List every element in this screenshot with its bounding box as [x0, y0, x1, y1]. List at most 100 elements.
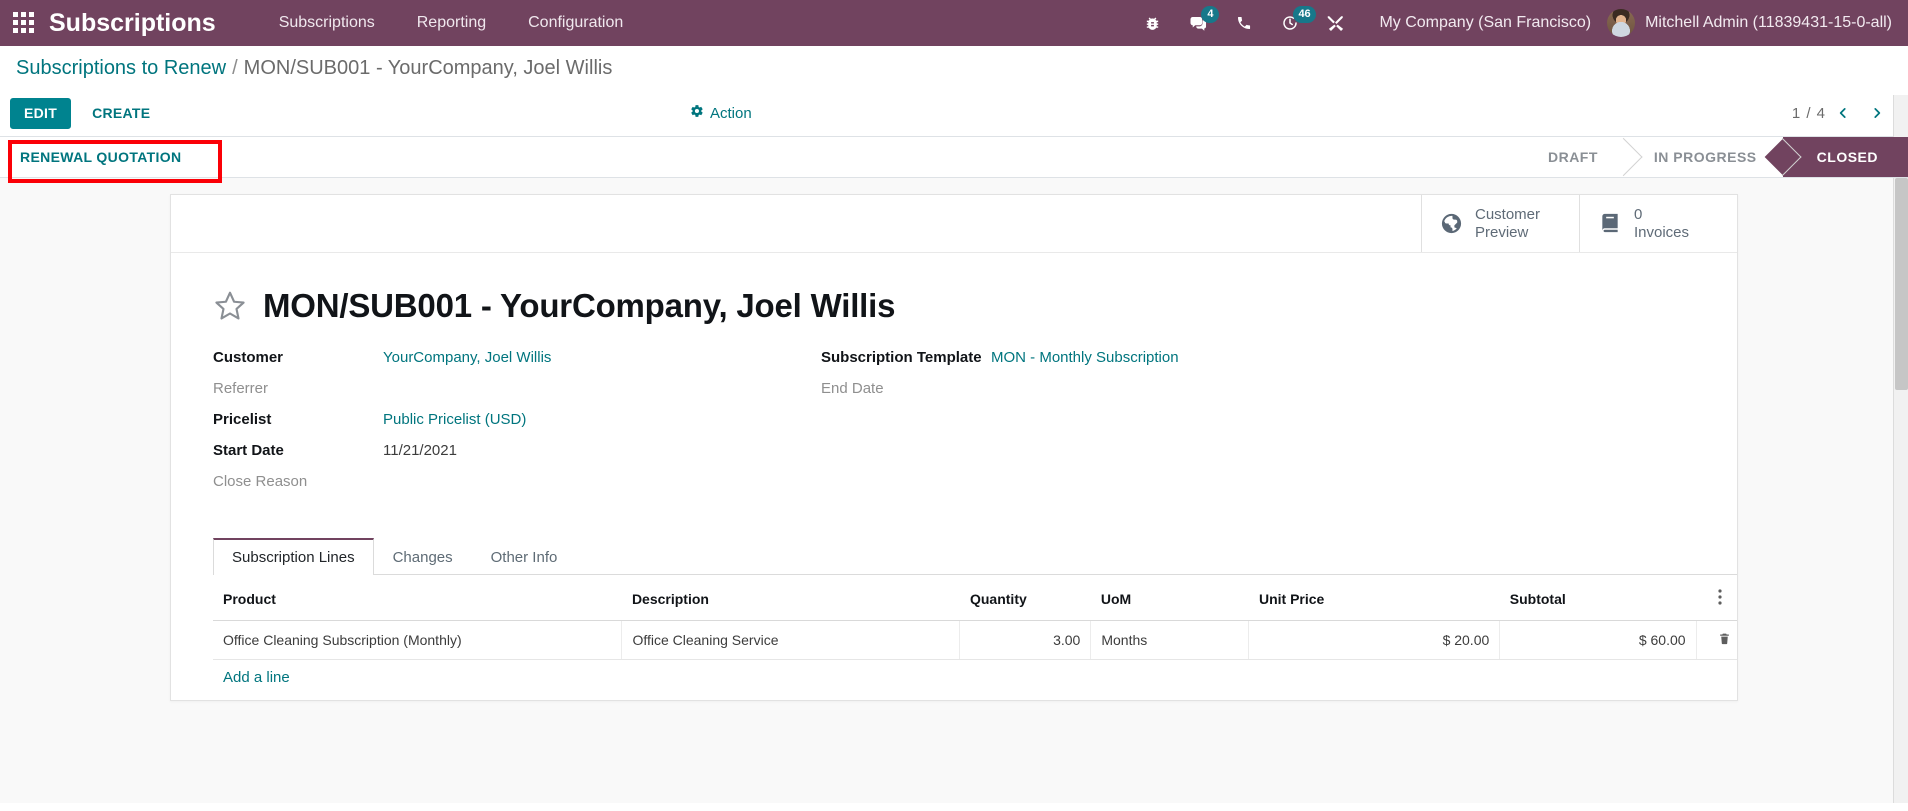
field-label: Start Date: [213, 442, 284, 459]
field-subscription-template: Subscription Template MON - Monthly Subs…: [821, 349, 1461, 380]
status-row: RENEWAL QUOTATION DRAFT IN PROGRESS CLOS…: [0, 95, 1908, 183]
renewal-quotation-button[interactable]: RENEWAL QUOTATION: [20, 149, 182, 165]
stage-label: DRAFT: [1547, 149, 1598, 165]
tab-subscription-lines[interactable]: Subscription Lines: [213, 538, 374, 575]
breadcrumb-separator: /: [232, 56, 238, 79]
field-close-reason: Close Reason: [213, 473, 821, 504]
customer-preview-button[interactable]: Customer Preview: [1421, 195, 1579, 252]
bug-icon[interactable]: [1129, 0, 1175, 46]
field-value[interactable]: 11/21/2021: [383, 442, 457, 459]
table-body: Office Cleaning Subscription (Monthly) O…: [213, 620, 1737, 660]
create-button[interactable]: CREATE: [79, 98, 163, 129]
column-unit-price[interactable]: Unit Price: [1248, 575, 1500, 621]
field-label: Referrer: [213, 380, 269, 397]
row-delete-cell: [1696, 620, 1737, 660]
messages-badge: 4: [1201, 6, 1220, 23]
field-referrer: Referrer: [213, 380, 821, 411]
cell-product[interactable]: Office Cleaning Subscription (Monthly): [213, 620, 623, 660]
menu-item-reporting[interactable]: Reporting: [396, 0, 507, 46]
invoices-button[interactable]: 0 Invoices: [1579, 195, 1737, 252]
vertical-scrollbar[interactable]: [1893, 178, 1908, 803]
control-panel: EDIT CREATE Action 1 / 4: [0, 90, 1908, 136]
status-pipeline: DRAFT IN PROGRESS CLOSED: [1517, 137, 1908, 177]
smart-btn-line2: Invoices: [1634, 223, 1690, 241]
status-stage-in-progress[interactable]: IN PROGRESS: [1623, 137, 1783, 177]
stage-label: IN PROGRESS: [1653, 149, 1757, 165]
add-a-line-link[interactable]: Add a line: [213, 660, 300, 700]
table-header-row: Product Description Quantity UoM Unit Pr…: [213, 575, 1737, 621]
chevron-left-icon[interactable]: [1826, 104, 1860, 122]
column-description[interactable]: Description: [621, 575, 960, 621]
messages-icon[interactable]: 4: [1175, 0, 1221, 46]
column-product[interactable]: Product: [213, 575, 622, 621]
activities-clock-icon[interactable]: 46: [1267, 0, 1316, 46]
table-head: Product Description Quantity UoM Unit Pr…: [213, 575, 1737, 621]
breadcrumb-parent-link[interactable]: Subscriptions to Renew: [16, 57, 226, 80]
gear-icon: [690, 104, 704, 122]
form-fields: Customer YourCompany, Joel Willis Referr…: [171, 325, 1737, 504]
title-row: MON/SUB001 - YourCompany, Joel Willis: [171, 253, 1737, 325]
column-uom[interactable]: UoM: [1090, 575, 1249, 621]
scrollbar-top-filler: [1893, 95, 1908, 137]
top-navbar: Subscriptions Subscriptions Reporting Co…: [0, 0, 1908, 46]
cell-subtotal[interactable]: $ 60.00: [1499, 620, 1697, 660]
field-customer: Customer YourCompany, Joel Willis: [213, 349, 821, 380]
cell-uom[interactable]: Months: [1090, 620, 1250, 660]
cell-quantity[interactable]: 3.00: [959, 620, 1092, 660]
record-sheet: Customer Preview 0 Invoices MON/SUB001 -…: [170, 194, 1738, 701]
sheet-wrapper: Customer Preview 0 Invoices MON/SUB001 -…: [0, 178, 1908, 701]
breadcrumb: Subscriptions to Renew / MON/SUB001 - Yo…: [0, 46, 1908, 90]
edit-button[interactable]: EDIT: [10, 97, 72, 129]
status-stage-draft[interactable]: DRAFT: [1517, 137, 1624, 177]
action-menu[interactable]: Action: [690, 104, 752, 122]
action-label: Action: [710, 104, 752, 122]
field-label: Pricelist: [213, 411, 272, 428]
field-value[interactable]: MON - Monthly Subscription: [991, 349, 1179, 366]
phone-icon[interactable]: [1221, 0, 1267, 46]
apps-grid-icon[interactable]: [13, 12, 35, 34]
invoice-book-icon: [1598, 212, 1622, 235]
field-label: Close Reason: [213, 473, 308, 490]
field-value[interactable]: YourCompany, Joel Willis: [383, 349, 551, 366]
column-subtotal[interactable]: Subtotal: [1499, 575, 1697, 621]
customer-preview-label: Customer Preview: [1475, 206, 1540, 242]
activities-badge: 46: [1293, 6, 1316, 23]
field-label: Customer: [213, 349, 284, 366]
field-value[interactable]: Public Pricelist (USD): [383, 411, 526, 428]
smart-btn-line1: Customer: [1475, 205, 1541, 223]
table-row[interactable]: Office Cleaning Subscription (Monthly) O…: [213, 620, 1737, 660]
user-menu[interactable]: Mitchell Admin (11839431-15-0-all): [1607, 9, 1896, 37]
breadcrumb-current: MON/SUB001 - YourCompany, Joel Willis: [243, 56, 613, 79]
form-column-right: Subscription Template MON - Monthly Subs…: [821, 349, 1461, 504]
field-end-date: End Date: [821, 380, 1461, 411]
field-label: End Date: [821, 380, 884, 397]
pager: 1 / 4: [1792, 104, 1894, 122]
cell-unit-price[interactable]: $ 20.00: [1248, 620, 1501, 660]
notebook: Subscription Lines Changes Other Info Pr…: [171, 504, 1737, 700]
user-name-label: Mitchell Admin (11839431-15-0-all): [1645, 14, 1892, 31]
company-switcher[interactable]: My Company (San Francisco): [1359, 14, 1607, 32]
main-menu: Subscriptions Reporting Configuration: [258, 0, 645, 46]
menu-item-configuration[interactable]: Configuration: [507, 0, 644, 46]
cell-description[interactable]: Office Cleaning Service: [621, 620, 961, 660]
renewal-button-holder: RENEWAL QUOTATION: [0, 137, 182, 177]
invoices-label: 0 Invoices: [1634, 206, 1689, 242]
tab-other-info[interactable]: Other Info: [472, 538, 577, 575]
app-brand-title[interactable]: Subscriptions: [49, 9, 216, 38]
scrollbar-thumb[interactable]: [1895, 178, 1908, 390]
field-label: Subscription Template: [821, 349, 982, 366]
chevron-right-icon[interactable]: [1860, 104, 1894, 122]
trash-icon[interactable]: [1708, 633, 1731, 649]
form-column-left: Customer YourCompany, Joel Willis Referr…: [213, 349, 821, 504]
smart-button-box: Customer Preview 0 Invoices: [171, 195, 1737, 253]
tab-changes[interactable]: Changes: [374, 538, 472, 575]
smart-btn-line1: 0: [1634, 205, 1643, 223]
column-options-icon[interactable]: [1696, 575, 1737, 621]
form-scroll-area: Customer Preview 0 Invoices MON/SUB001 -…: [0, 178, 1908, 803]
smart-btn-line2: Preview: [1475, 223, 1529, 241]
column-quantity[interactable]: Quantity: [959, 575, 1091, 621]
tools-icon[interactable]: [1313, 0, 1359, 46]
page-title: MON/SUB001 - YourCompany, Joel Willis: [263, 287, 896, 324]
menu-item-subscriptions[interactable]: Subscriptions: [258, 0, 396, 46]
star-outline-icon[interactable]: [213, 289, 247, 323]
